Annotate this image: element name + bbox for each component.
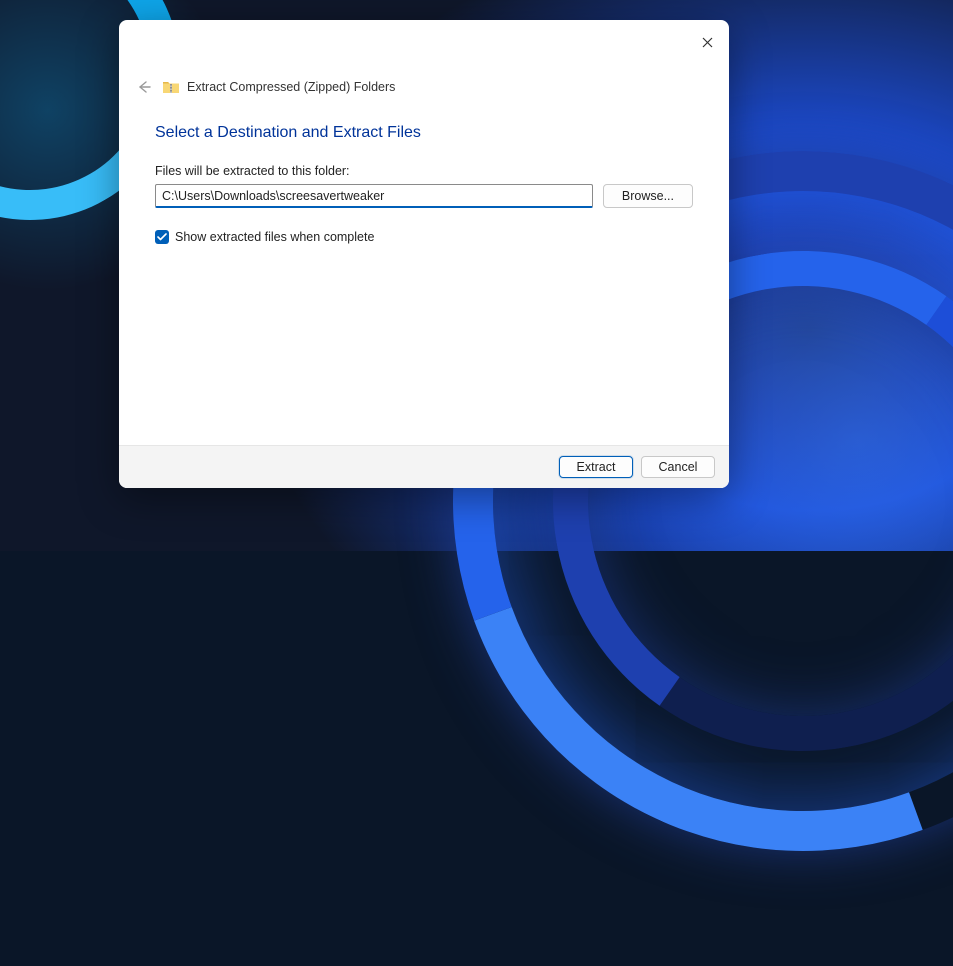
close-button[interactable] xyxy=(693,28,721,56)
dialog-header: Extract Compressed (Zipped) Folders xyxy=(119,56,729,98)
show-extracted-checkbox[interactable] xyxy=(155,230,169,244)
checkmark-icon xyxy=(157,233,167,241)
browse-button[interactable]: Browse... xyxy=(603,184,693,208)
dialog-footer: Extract Cancel xyxy=(119,445,729,488)
zipped-folder-icon xyxy=(163,80,179,94)
back-button[interactable] xyxy=(133,76,155,98)
show-extracted-label: Show extracted files when complete xyxy=(175,230,374,244)
extract-button[interactable]: Extract xyxy=(559,456,633,478)
destination-path-input[interactable] xyxy=(155,184,593,208)
cancel-button[interactable]: Cancel xyxy=(641,456,715,478)
dialog-heading: Select a Destination and Extract Files xyxy=(155,124,693,142)
destination-label: Files will be extracted to this folder: xyxy=(155,164,693,178)
close-icon xyxy=(702,37,713,48)
dialog-header-title: Extract Compressed (Zipped) Folders xyxy=(187,80,395,94)
dialog-body: Select a Destination and Extract Files F… xyxy=(119,98,729,445)
destination-row: Browse... xyxy=(155,184,693,208)
extract-dialog: Extract Compressed (Zipped) Folders Sele… xyxy=(119,20,729,488)
show-extracted-checkbox-row[interactable]: Show extracted files when complete xyxy=(155,230,693,244)
arrow-left-icon xyxy=(136,79,152,95)
